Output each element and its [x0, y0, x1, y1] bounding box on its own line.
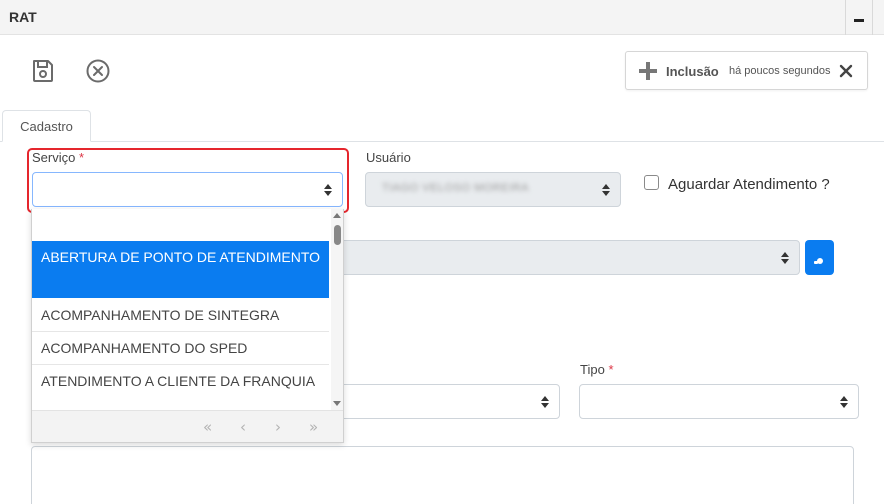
tab-cadastro[interactable]: Cadastro: [2, 110, 91, 142]
close-circle-icon: [86, 59, 110, 83]
sort-arrows-icon: [541, 395, 549, 408]
sort-arrows-icon: [781, 251, 789, 264]
close-icon: [839, 64, 853, 78]
usuario-value: TIAGO VELOSO MOREIRA: [382, 182, 529, 194]
next-page-button[interactable]: ›: [275, 418, 281, 436]
scroll-thumb[interactable]: [334, 225, 341, 245]
dropdown-scrollbar[interactable]: [331, 209, 343, 410]
save-icon: [33, 60, 53, 82]
save-button[interactable]: [30, 58, 56, 84]
tab-bar-divider: [0, 141, 884, 142]
list-item[interactable]: ACOMPANHAMENTO DO SPED: [32, 332, 329, 365]
aguardar-checkbox[interactable]: [644, 175, 659, 190]
window-titlebar: RAT: [0, 0, 884, 35]
sort-arrows-icon: [840, 395, 848, 408]
titlebar-divider: [845, 0, 846, 35]
window-title: RAT: [9, 9, 37, 25]
dropdown-pager: « ‹ › »: [32, 410, 343, 442]
list-item[interactable]: ABERTURA DE PONTO DE ATENDIMENTO: [32, 241, 329, 298]
usuario-label: Usuário: [366, 150, 411, 165]
scroll-up-icon[interactable]: [333, 213, 341, 218]
cancel-button[interactable]: [85, 58, 111, 84]
sort-arrows-icon: [324, 183, 332, 196]
servico-select[interactable]: [32, 172, 343, 207]
search-button[interactable]: [805, 240, 834, 275]
titlebar-divider: [872, 0, 873, 35]
servico-dropdown: ABERTURA DE PONTO DE ATENDIMENTO ACOMPAN…: [31, 209, 344, 443]
first-page-button[interactable]: «: [203, 418, 212, 436]
last-page-button[interactable]: »: [309, 418, 318, 436]
sort-arrows-icon: [602, 183, 610, 196]
aguardar-label: Aguardar Atendimento ?: [668, 176, 830, 193]
list-item[interactable]: ACOMPANHAMENTO DE SINTEGRA: [32, 299, 329, 332]
usuario-select[interactable]: TIAGO VELOSO MOREIRA: [365, 172, 621, 207]
description-textarea[interactable]: [31, 446, 854, 504]
notification-toast: Inclusão há poucos segundos: [625, 51, 868, 90]
notification-label: Inclusão: [666, 64, 719, 79]
notification-time: há poucos segundos: [729, 65, 831, 77]
tipo-label: Tipo *: [580, 362, 614, 377]
list-item[interactable]: ATENDIMENTO A CLIENTE DA FRANQUIA: [32, 365, 329, 410]
servico-options-list: ABERTURA DE PONTO DE ATENDIMENTO ACOMPAN…: [32, 209, 329, 410]
prev-page-button[interactable]: ‹: [240, 418, 246, 436]
plus-icon: [638, 61, 658, 81]
scroll-down-icon[interactable]: [333, 401, 341, 406]
search-icon-handle: [814, 261, 818, 264]
required-mark: *: [608, 362, 614, 377]
close-notification-button[interactable]: [838, 63, 854, 79]
tipo-select[interactable]: [579, 384, 859, 419]
minimize-icon[interactable]: [851, 9, 867, 25]
